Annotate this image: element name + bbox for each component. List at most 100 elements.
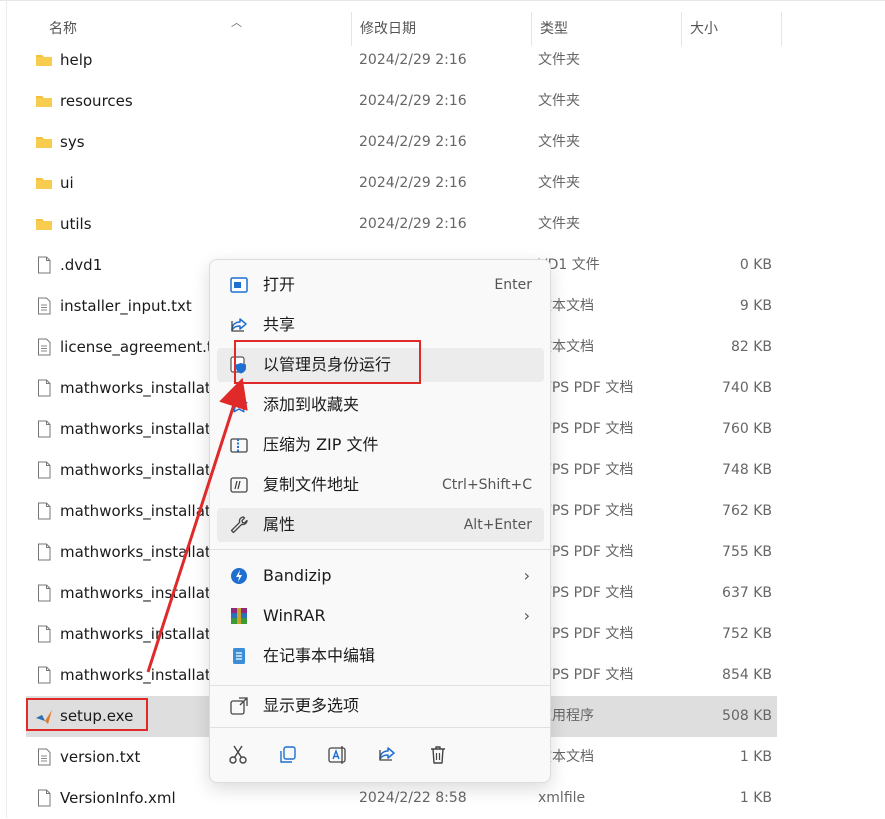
- file-row[interactable]: utils 2024/2/29 2:16 文件夹: [26, 204, 777, 245]
- top-border: [0, 0, 885, 1]
- menu-item-shortcut: Alt+Enter: [463, 517, 532, 533]
- bandizip-icon: [229, 566, 249, 586]
- delete-button[interactable]: [427, 744, 457, 774]
- highlight-box-setup-exe: [26, 698, 148, 731]
- column-name-label: 名称: [49, 21, 77, 37]
- menu-item-label: Bandizip: [263, 566, 332, 585]
- file-size: 1 KB: [739, 790, 772, 806]
- context-menu: 打开 Enter 共享 以管理员身份运行 添加到收藏夹 压缩为 ZIP 文件 复制文件地址 C…: [209, 259, 551, 783]
- text-file-icon: [35, 748, 53, 766]
- file-date: 2024/2/29 2:16: [359, 52, 467, 68]
- menu-item-label: 压缩为 ZIP 文件: [263, 435, 379, 454]
- menu-separator: [210, 685, 550, 686]
- menu-item-label: 共享: [263, 315, 296, 334]
- file-type: WPS PDF 文档: [538, 667, 634, 683]
- copy-icon: [277, 746, 299, 770]
- share-button[interactable]: [377, 744, 407, 774]
- star-icon: [229, 395, 249, 415]
- file-size: 760 KB: [722, 421, 772, 437]
- notepad-icon: [229, 646, 249, 666]
- file-name: help: [60, 51, 93, 69]
- file-type: WPS PDF 文档: [538, 380, 634, 396]
- file-type: WPS PDF 文档: [538, 503, 634, 519]
- file-type: 文件夹: [538, 134, 580, 150]
- menu-item-shortcut: Enter: [494, 277, 532, 293]
- file-type: 文件夹: [538, 93, 580, 109]
- file-icon: [35, 502, 53, 520]
- folder-icon: [35, 133, 53, 151]
- file-size: 82 KB: [730, 339, 772, 355]
- file-date: 2024/2/29 2:16: [359, 216, 467, 232]
- column-date-label: 修改日期: [360, 21, 416, 37]
- menu-item-shortcut: Ctrl+Shift+C: [442, 477, 532, 493]
- file-size: 508 KB: [722, 708, 772, 724]
- sort-ascending-icon: ︿: [231, 16, 242, 29]
- file-name: mathworks_installati: [60, 502, 215, 520]
- menu-item-label: 在记事本中编辑: [263, 646, 376, 665]
- menu-item-share[interactable]: 共享: [217, 308, 544, 342]
- file-name: mathworks_installati: [60, 625, 215, 643]
- menu-item-compress-zip[interactable]: 压缩为 ZIP 文件: [217, 428, 544, 462]
- menu-item-label: 属性: [263, 515, 296, 534]
- menu-item-edit-notepad[interactable]: 在记事本中编辑: [217, 639, 544, 673]
- file-size: 752 KB: [722, 626, 772, 642]
- file-row[interactable]: help 2024/2/29 2:16 文件夹: [26, 40, 777, 81]
- file-date: 2024/2/29 2:16: [359, 175, 467, 191]
- file-type: 文件夹: [538, 175, 580, 191]
- file-size: 854 KB: [722, 667, 772, 683]
- zip-icon: [229, 435, 249, 455]
- file-icon: [35, 256, 53, 274]
- file-row[interactable]: resources 2024/2/29 2:16 文件夹: [26, 81, 777, 122]
- menu-item-add-favorites[interactable]: 添加到收藏夹: [217, 388, 544, 422]
- column-size-label: 大小: [690, 21, 718, 37]
- file-date: 2024/2/29 2:16: [359, 93, 467, 109]
- menu-item-open[interactable]: 打开 Enter: [217, 268, 544, 302]
- rename-button[interactable]: [327, 744, 357, 774]
- cut-icon: [227, 745, 249, 770]
- menu-item-label: WinRAR: [263, 606, 326, 625]
- cut-button[interactable]: [227, 744, 257, 774]
- menu-item-winrar[interactable]: WinRAR ›: [217, 599, 544, 633]
- folder-icon: [35, 174, 53, 192]
- file-name: mathworks_installati: [60, 584, 215, 602]
- file-row[interactable]: ui 2024/2/29 2:16 文件夹: [26, 163, 777, 204]
- file-size: 740 KB: [722, 380, 772, 396]
- file-icon: [35, 543, 53, 561]
- chevron-right-icon: ›: [523, 566, 530, 585]
- menu-item-bandizip[interactable]: Bandizip ›: [217, 559, 544, 593]
- file-icon: [35, 420, 53, 438]
- file-icon: [35, 584, 53, 602]
- menu-item-copy-path[interactable]: 复制文件地址 Ctrl+Shift+C: [217, 468, 544, 502]
- menu-item-more-options[interactable]: 显示更多选项: [217, 689, 544, 723]
- share-icon: [229, 315, 249, 335]
- file-name: sys: [60, 133, 85, 151]
- file-row[interactable]: sys 2024/2/29 2:16 文件夹: [26, 122, 777, 163]
- folder-icon: [35, 215, 53, 233]
- file-icon: [35, 666, 53, 684]
- folder-icon: [35, 51, 53, 69]
- column-type-label: 类型: [540, 21, 568, 37]
- file-icon: [35, 789, 53, 807]
- file-name: mathworks_installati: [60, 420, 215, 438]
- file-date: 2024/2/22 8:58: [359, 790, 467, 806]
- file-type: WPS PDF 文档: [538, 462, 634, 478]
- nav-pane-edge: [6, 0, 7, 818]
- copy-path-icon: [229, 475, 249, 495]
- file-name: ui: [60, 174, 74, 192]
- highlight-box-run-as-admin: [234, 340, 421, 384]
- menu-item-label: 显示更多选项: [263, 696, 360, 715]
- file-size: 1 KB: [739, 749, 772, 765]
- menu-separator: [210, 727, 550, 728]
- open-window-icon: [229, 275, 249, 295]
- copy-button[interactable]: [277, 744, 307, 774]
- menu-item-properties[interactable]: 属性 Alt+Enter: [217, 508, 544, 542]
- file-type: xmlfile: [538, 790, 586, 806]
- more-options-icon: [229, 696, 249, 716]
- file-type: WPS PDF 文档: [538, 544, 634, 560]
- file-name: version.txt: [60, 748, 141, 766]
- chevron-right-icon: ›: [523, 606, 530, 625]
- winrar-icon: [229, 606, 249, 626]
- file-row[interactable]: VersionInfo.xml 2024/2/22 8:58 xmlfile 1 KB: [26, 778, 777, 819]
- trash-icon: [427, 746, 449, 770]
- menu-item-label: 打开: [263, 275, 296, 294]
